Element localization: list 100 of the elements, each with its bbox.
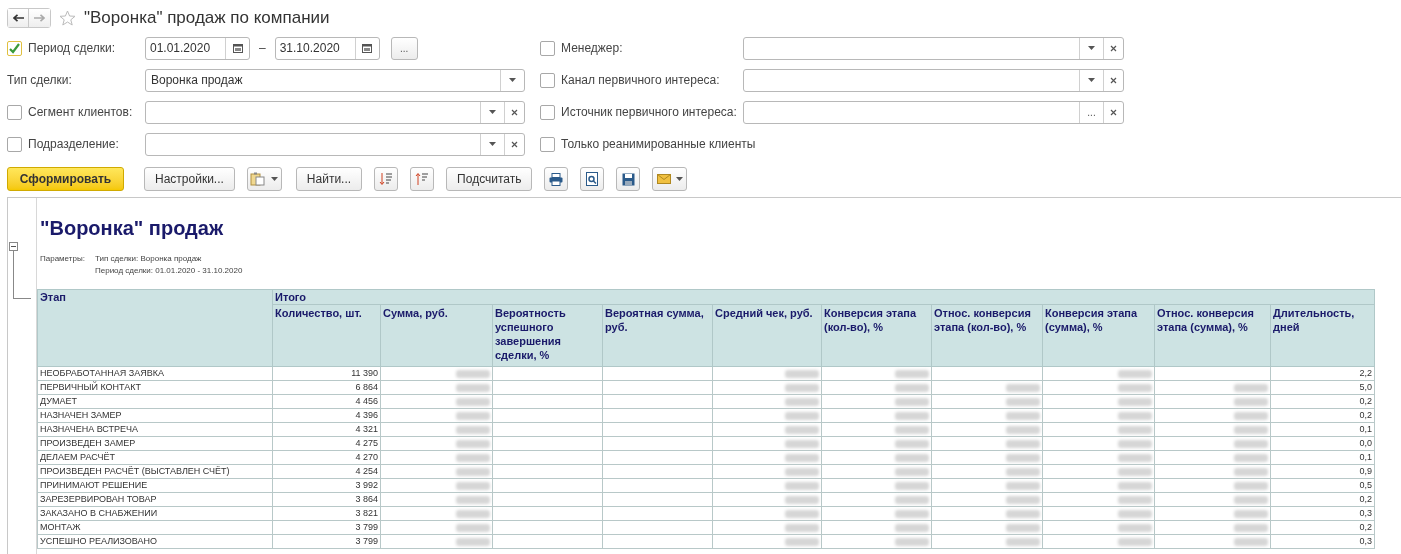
select-field[interactable] <box>743 36 1124 60</box>
blurred-value <box>1118 495 1152 504</box>
stage-cell: НЕОБРАБОТАННАЯ ЗАЯВКА <box>37 366 273 381</box>
table-cell: 5,0 <box>1270 380 1375 395</box>
back-button[interactable] <box>8 9 29 27</box>
blurred-value <box>1006 439 1040 448</box>
filter-label: Канал первичного интереса: <box>561 72 720 89</box>
blurred-value <box>1006 537 1040 546</box>
blurred-value <box>1006 523 1040 532</box>
select-field[interactable] <box>145 100 525 124</box>
star-icon[interactable] <box>59 10 76 26</box>
table-cell: 4 396 <box>272 408 381 423</box>
outline-bracket <box>13 251 31 299</box>
choose-button[interactable]: ... <box>1079 101 1103 123</box>
checkbox[interactable] <box>540 40 555 56</box>
toolbar-icon-button[interactable] <box>616 167 641 191</box>
blurred-value <box>785 509 819 518</box>
caret-icon <box>271 177 279 181</box>
blurred-value <box>1006 383 1040 392</box>
blurred-value <box>456 383 490 392</box>
blurred-value <box>785 425 819 434</box>
collapse-button[interactable] <box>9 242 18 251</box>
select-field[interactable]: Воронка продаж <box>145 68 525 92</box>
filter-label: Менеджер: <box>561 40 623 57</box>
date-field[interactable]: 01.01.2020 <box>145 36 250 60</box>
caret-icon <box>1088 78 1095 82</box>
toolbar-menu-button[interactable] <box>652 167 688 191</box>
blurred-value <box>895 439 929 448</box>
arrow-right-icon <box>34 14 45 22</box>
column-header: Относ. конверсия этапа (сумма), % <box>1154 304 1271 367</box>
table-cell: 0,1 <box>1270 450 1375 465</box>
blurred-value <box>1118 425 1152 434</box>
filter-label: Период сделки: <box>28 40 115 57</box>
toolbar-menu-button[interactable] <box>246 167 282 191</box>
date-field[interactable]: 31.10.2020 <box>274 36 380 60</box>
checkbox[interactable] <box>7 104 22 120</box>
column-header: Количество, шт. <box>272 304 381 367</box>
blurred-value <box>785 383 819 392</box>
stage-cell: ДУМАЕТ <box>37 394 273 409</box>
blurred-value <box>1234 509 1268 518</box>
table-cell: 6 864 <box>272 380 381 395</box>
close-icon <box>511 108 518 116</box>
blurred-value <box>1118 369 1152 378</box>
toolbar-icon-button[interactable] <box>580 167 605 191</box>
select-field[interactable] <box>145 132 525 156</box>
generate-button[interactable]: Сформировать <box>7 167 124 191</box>
column-group-header: Итого <box>272 289 1375 305</box>
blurred-value <box>785 439 819 448</box>
blurred-value <box>1006 509 1040 518</box>
blurred-value <box>1234 467 1268 476</box>
stage-cell: ПРОИЗВЕДЕН ЗАМЕР <box>37 436 273 451</box>
preview-icon <box>586 172 599 186</box>
report-title: "Воронка" продаж <box>40 216 225 241</box>
checkbox[interactable] <box>540 136 555 152</box>
table-cell: 3 799 <box>272 520 381 535</box>
column-header: Относ. конверсия этапа (кол-во), % <box>931 304 1043 367</box>
toolbar-icon-button[interactable] <box>544 167 569 191</box>
blurred-value <box>895 425 929 434</box>
blurred-value <box>456 453 490 462</box>
blurred-value <box>1234 481 1268 490</box>
toolbar-button[interactable]: Настройки... <box>144 167 235 191</box>
blurred-value <box>895 495 929 504</box>
checkbox[interactable] <box>540 72 555 88</box>
checkbox[interactable] <box>7 40 22 56</box>
blurred-value <box>785 467 819 476</box>
toolbar-button[interactable]: Найти... <box>295 167 363 191</box>
blurred-value <box>1006 411 1040 420</box>
caret-icon <box>489 142 496 146</box>
blurred-value <box>1118 481 1152 490</box>
close-icon <box>511 140 518 148</box>
blurred-value <box>895 509 929 518</box>
checkbox[interactable] <box>540 104 555 120</box>
date-value: 01.01.2020 <box>149 39 212 57</box>
window-title: "Воронка" продаж по компании <box>84 7 330 30</box>
stage-cell: МОНТАЖ <box>37 520 273 535</box>
select-field[interactable] <box>743 68 1124 92</box>
table-cell: 0,2 <box>1270 492 1375 507</box>
minus-icon <box>11 246 16 247</box>
stage-cell: НАЗНАЧЕН ЗАМЕР <box>37 408 273 423</box>
blurred-value <box>456 439 490 448</box>
select-field[interactable]: ... <box>743 100 1124 124</box>
table-cell: 4 456 <box>272 394 381 409</box>
toolbar-button[interactable]: Подсчитать <box>446 167 533 191</box>
calendar-icon <box>232 43 243 53</box>
blurred-value <box>785 481 819 490</box>
blurred-value <box>895 411 929 420</box>
blurred-value <box>456 481 490 490</box>
blurred-value <box>1234 453 1268 462</box>
blurred-value <box>1006 425 1040 434</box>
blurred-value <box>456 523 490 532</box>
blurred-value <box>1234 439 1268 448</box>
blurred-value <box>1006 453 1040 462</box>
blurred-value <box>1234 397 1268 406</box>
field-value: Воронка продаж <box>150 71 244 89</box>
blurred-value <box>785 411 819 420</box>
checkbox[interactable] <box>7 136 22 152</box>
parameter-text: Период сделки: 01.01.2020 - 31.10.2020 <box>95 265 243 277</box>
caret-icon <box>1088 46 1095 50</box>
table-cell: 3 821 <box>272 506 381 521</box>
period-button[interactable]: ... <box>390 36 418 60</box>
